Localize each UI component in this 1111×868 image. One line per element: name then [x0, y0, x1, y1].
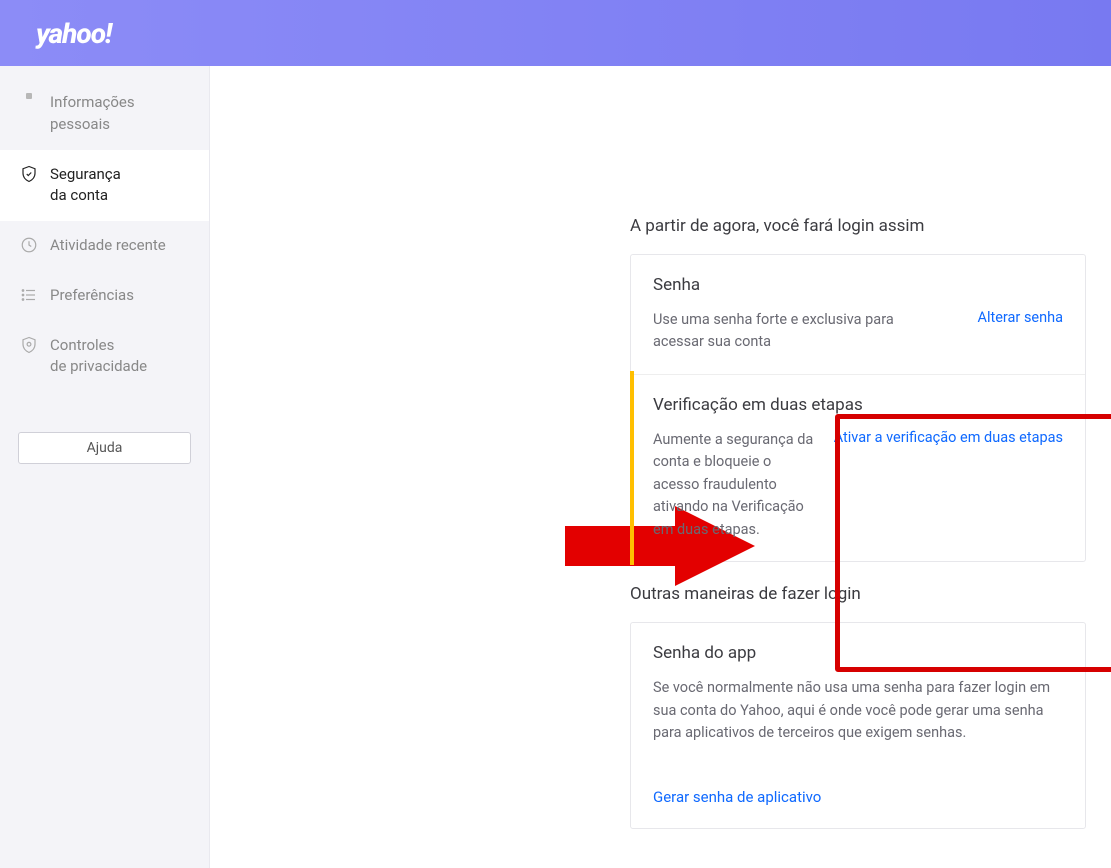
list-icon [18, 286, 40, 304]
two-step-card: Verificação em duas etapas Aumente a seg… [631, 374, 1085, 561]
yahoo-logo[interactable]: yahoo! [36, 17, 111, 50]
password-card: Senha Use uma senha forte e exclusiva pa… [631, 255, 1085, 374]
sidebar-item-privacy-controls[interactable]: Controles de privacidade [0, 321, 209, 393]
generate-app-password-card: Gerar senha de aplicativo [631, 765, 1085, 828]
sidebar-item-recent-activity[interactable]: Atividade recente [0, 221, 209, 271]
app-header: yahoo! [0, 0, 1111, 66]
sidebar-item-label: Preferências [50, 285, 134, 307]
sidebar-item-label: Controles de privacidade [50, 335, 147, 379]
login-methods-card-group: Senha Use uma senha forte e exclusiva pa… [630, 254, 1086, 562]
sidebar-item-label: Informações pessoais [50, 92, 197, 136]
accent-bar [630, 371, 634, 565]
change-password-link[interactable]: Alterar senha [978, 309, 1064, 354]
app-password-card: Senha do app Se você normalmente não usa… [631, 623, 1085, 764]
sidebar-item-personal-info[interactable]: Informações pessoais [0, 78, 209, 150]
generate-app-password-link[interactable]: Gerar senha de aplicativo [653, 788, 821, 806]
clock-icon [18, 236, 40, 254]
dot-icon [18, 93, 40, 99]
sidebar-item-label: Segurança da conta [50, 164, 121, 208]
app-password-card-group: Senha do app Se você normalmente não usa… [630, 622, 1086, 828]
shield-gear-icon [18, 336, 40, 354]
login-methods-heading: A partir de agora, você fará login assim [630, 216, 1111, 236]
shield-icon [18, 165, 40, 183]
card-title: Verificação em duas etapas [653, 395, 1063, 415]
sidebar-item-label: Atividade recente [50, 235, 166, 257]
sidebar-item-account-security[interactable]: Segurança da conta [0, 150, 209, 222]
card-title: Senha do app [653, 643, 1063, 663]
card-description: Aumente a segurança da conta e bloqueie … [653, 429, 820, 541]
card-description: Se você normalmente não usa uma senha pa… [653, 677, 1063, 744]
main-content: A partir de agora, você fará login assim… [210, 66, 1111, 868]
help-button[interactable]: Ajuda [18, 432, 191, 464]
sidebar: Informações pessoais Segurança da conta … [0, 66, 210, 868]
card-description: Use uma senha forte e exclusiva para ace… [653, 309, 913, 354]
sidebar-item-preferences[interactable]: Preferências [0, 271, 209, 321]
card-title: Senha [653, 275, 1063, 295]
enable-two-step-link[interactable]: Ativar a verificação em duas etapas [834, 429, 1063, 541]
